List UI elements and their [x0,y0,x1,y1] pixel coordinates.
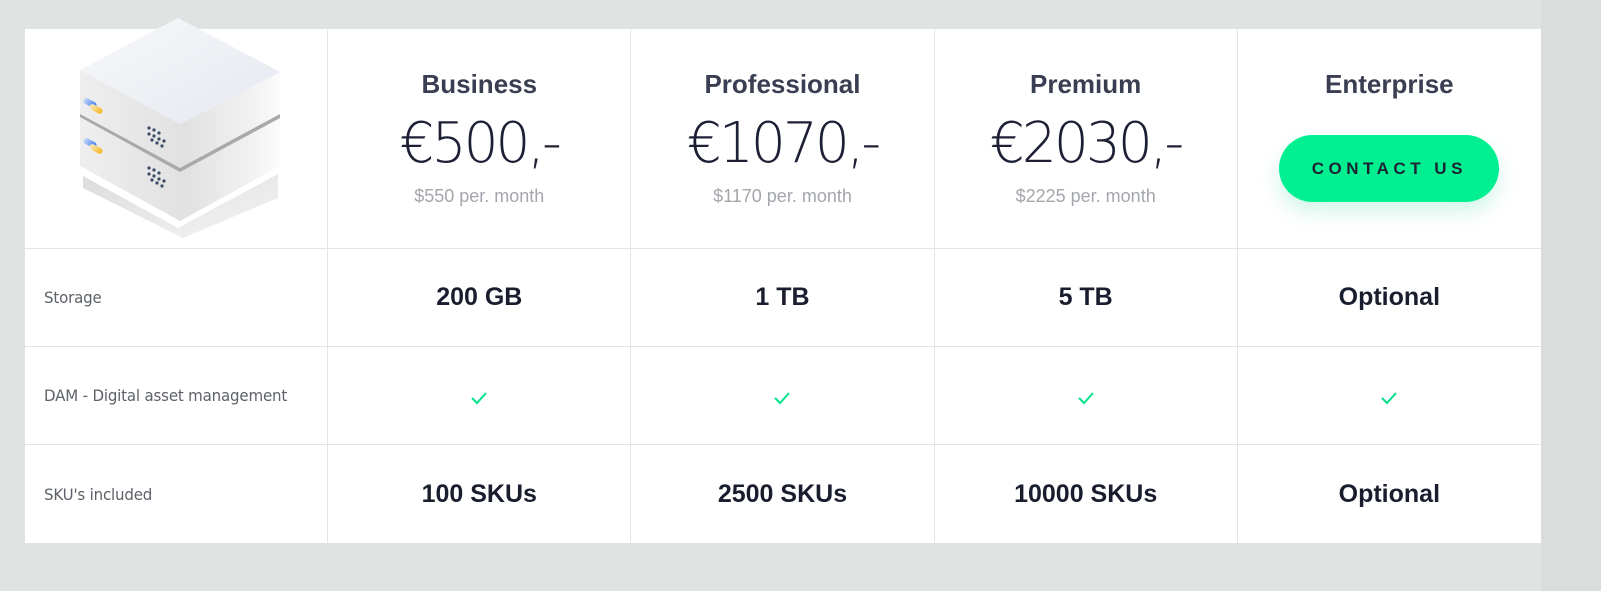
plan-name: Enterprise [1325,69,1454,99]
feature-value-cell: 1 TB [631,249,935,346]
feature-value-cell [1238,347,1541,444]
feature-label-cell: Storage [25,249,329,346]
plan-subprice: $1170 per. month [713,186,852,206]
plan-name: Premium [1030,69,1142,99]
feature-value-cell: 200 GB [328,249,632,346]
feature-label-cell: DAM - Digital asset management [25,347,329,444]
checkmark-icon [1077,391,1094,404]
server-stack-icon [80,18,280,238]
checkmark-icon [471,391,488,404]
feature-value-cell [935,347,1238,444]
feature-row-storage: Storage 200 GB 1 TB 5 TB Optional [25,249,1541,347]
feature-value-cell: 100 SKUs [328,445,632,543]
feature-label-cell: SKU's included [25,445,329,543]
feature-value-cell: Optional [1238,249,1541,346]
contact-us-button[interactable]: CONTACT US [1279,135,1500,202]
feature-value: 1 TB [755,283,810,311]
feature-value-cell [631,347,935,444]
feature-value-cell: Optional [1238,445,1541,543]
plan-price: €500,- [399,111,562,176]
plan-name: Business [421,69,538,99]
feature-value-cell: 5 TB [935,249,1238,346]
feature-value: Optional [1338,479,1441,508]
plan-name: Professional [704,69,861,99]
plan-column-premium: Premium €2030,- $2225 per. month [935,29,1238,248]
plan-subprice: $2225 per. month [1015,186,1156,206]
page-right-gutter [1541,0,1601,591]
feature-value: 10000 SKUs [1014,479,1158,508]
plan-column-enterprise: Enterprise CONTACT US [1238,29,1541,248]
feature-value-cell: 2500 SKUs [631,445,935,543]
checkmark-icon [774,391,791,404]
feature-value: Optional [1338,283,1441,311]
plan-price: €1070,- [686,111,881,176]
feature-label: Storage [44,288,102,307]
feature-value-cell: 10000 SKUs [935,445,1238,543]
feature-label: SKU's included [44,484,153,504]
feature-value-cell [328,347,632,444]
feature-row-skus: SKU's included 100 SKUs 2500 SKUs 10000 … [25,445,1541,543]
plan-subprice: $550 per. month [414,186,545,206]
feature-label: DAM - Digital asset management [44,386,288,405]
plan-price: €2030,- [990,111,1184,176]
feature-value: 5 TB [1058,283,1113,311]
plan-column-professional: Professional €1070,- $1170 per. month [631,29,935,248]
feature-row-dam: DAM - Digital asset management [25,347,1541,445]
feature-value: 2500 SKUs [717,479,848,508]
feature-value: 200 GB [436,283,523,311]
feature-value: 100 SKUs [421,479,537,508]
plan-column-business: Business €500,- $550 per. month [328,29,632,248]
checkmark-icon [1381,391,1398,404]
